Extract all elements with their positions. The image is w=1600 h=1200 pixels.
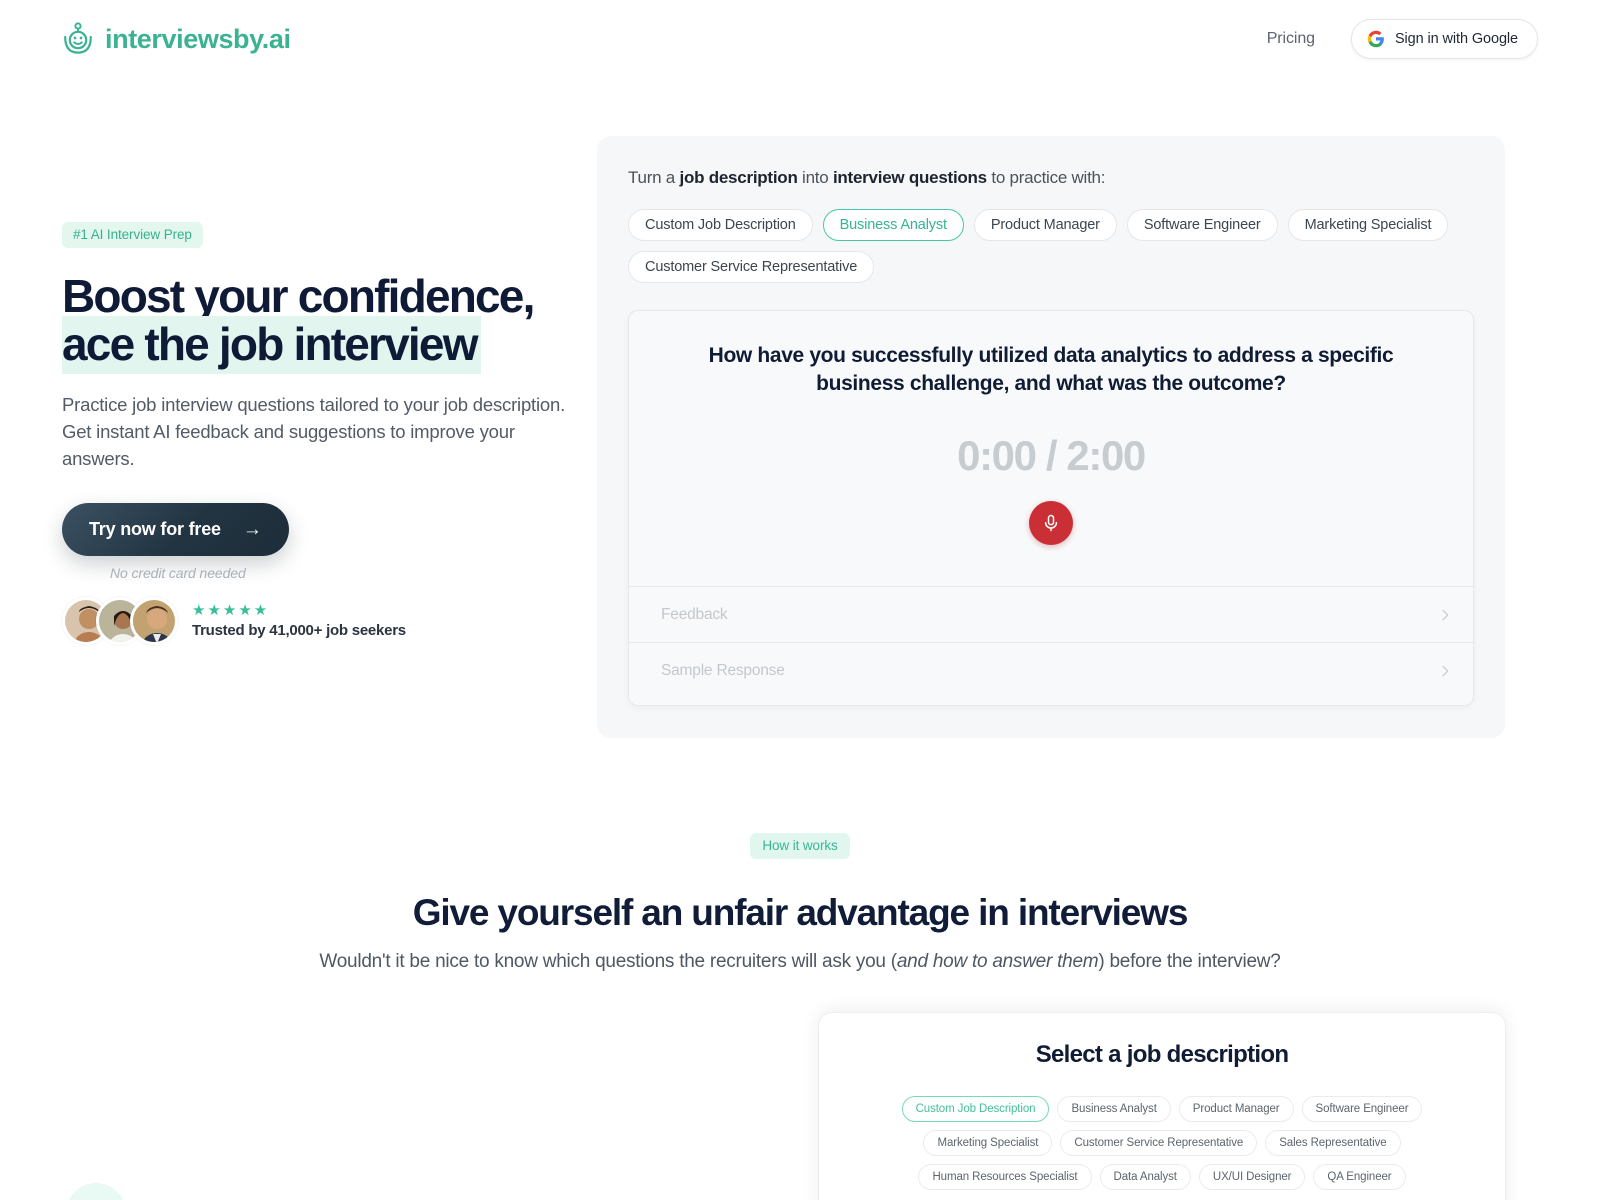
role-chip-list: Custom Job Description Business Analyst Pr… <box>628 209 1460 283</box>
trusted-count: Trusted by 41,000+ job seekers <box>192 622 406 640</box>
landing-page: interviewsby.ai Pricing Sign in with Goo… <box>0 0 1600 1200</box>
role-chip-5[interactable]: Customer Service Representative <box>628 251 875 283</box>
microphone-icon <box>1044 515 1058 532</box>
avatar-group <box>62 597 178 645</box>
avatar <box>130 597 178 645</box>
preview-chip-1[interactable]: Business Analyst <box>1057 1096 1171 1122</box>
cta-label: Try now for free <box>89 518 221 539</box>
mic-button-wrap <box>629 501 1473 546</box>
google-signin-label: Sign in with Google <box>1394 31 1518 47</box>
interview-question: How have you successfully utilized data … <box>708 344 1394 396</box>
page-title: Boost your confidence, ace the job inter… <box>62 270 582 375</box>
role-chip-1[interactable]: Business Analyst <box>822 209 964 241</box>
subtitle-part2: ) before the interview? <box>1098 951 1281 972</box>
social-proof-text: ★★★★★ Trusted by 41,000+ job seekers <box>192 601 406 640</box>
google-signin-button[interactable]: Sign in with Google <box>1350 19 1538 59</box>
preview-chip-9[interactable]: UX/UI Designer <box>1198 1164 1306 1190</box>
brand-logo[interactable]: interviewsby.ai <box>62 22 291 56</box>
how-it-works-badge: How it works <box>750 833 850 859</box>
step-badge-decoration <box>66 1183 126 1200</box>
social-proof: ★★★★★ Trusted by 41,000+ job seekers <box>62 597 406 645</box>
preview-chip-7[interactable]: Human Resources Specialist <box>918 1164 1092 1190</box>
hero-badge: #1 AI Interview Prep <box>62 222 203 248</box>
role-chip-2[interactable]: Product Manager <box>973 209 1117 241</box>
sample-response-accordion-row[interactable]: Sample Response <box>629 642 1475 698</box>
lead-middle: into <box>797 168 833 187</box>
how-it-works-title: Give yourself an unfair advantage in int… <box>412 892 1189 933</box>
arrow-right-icon: → <box>242 518 262 540</box>
subtitle-italic: and how to answer them <box>896 951 1099 972</box>
preview-chip-10[interactable]: QA Engineer <box>1313 1164 1406 1190</box>
hero-subtitle: Practice job interview questions tailore… <box>62 393 566 470</box>
sample-response-label: Sample Response <box>661 661 785 679</box>
preview-card-title: Select a job description <box>1035 1041 1289 1068</box>
question-card: How have you successfully utilized data … <box>628 310 1475 706</box>
panel-lead-text: Turn a job description into interview qu… <box>628 168 1474 188</box>
nav-pricing-link[interactable]: Pricing <box>1267 30 1315 48</box>
chevron-right-icon <box>1442 665 1449 676</box>
select-job-description-card: Select a job description Custom Job Desc… <box>818 1012 1506 1200</box>
demo-panel: Turn a job description into interview qu… <box>597 136 1505 738</box>
record-mic-button[interactable] <box>1029 501 1073 546</box>
hero-title-line2: ace the job interview <box>62 316 481 375</box>
google-g-icon <box>1367 30 1384 48</box>
robot-smiley-icon <box>64 22 92 54</box>
lead-prefix: Turn a <box>628 168 680 187</box>
lead-bold-job-description: job description <box>679 168 798 187</box>
recording-timer: 0:00 / 2:00 <box>957 432 1146 480</box>
role-chip-3[interactable]: Software Engineer <box>1126 209 1278 241</box>
lead-suffix: to practice with: <box>986 168 1106 187</box>
role-chip-4[interactable]: Marketing Specialist <box>1287 209 1449 241</box>
lead-bold-interview-questions: interview questions <box>832 168 987 187</box>
preview-chip-6[interactable]: Sales Representative <box>1265 1130 1401 1156</box>
role-chip-0[interactable]: Custom Job Description <box>628 209 813 241</box>
rating-stars: ★★★★★ <box>192 601 270 619</box>
feedback-label: Feedback <box>661 605 728 623</box>
hero-title-line1: Boost your confidence, <box>62 270 535 322</box>
preview-chip-3[interactable]: Software Engineer <box>1301 1096 1423 1122</box>
preview-chip-8[interactable]: Data Analyst <box>1099 1164 1191 1190</box>
feedback-accordion-row[interactable]: Feedback <box>629 586 1475 642</box>
how-it-works-section: How it works Give yourself an unfair adv… <box>0 833 1600 973</box>
preview-chip-5[interactable]: Customer Service Representative <box>1060 1130 1258 1156</box>
preview-chip-0[interactable]: Custom Job Description <box>901 1096 1050 1122</box>
cta-note: No credit card needed <box>110 564 246 581</box>
subtitle-part1: Wouldn't it be nice to know which questi… <box>319 951 897 972</box>
try-now-button[interactable]: Try now for free → <box>62 502 289 556</box>
hero-content: #1 AI Interview Prep Boost your confiden… <box>62 222 582 581</box>
header-actions: Pricing Sign in with Google <box>1267 19 1538 59</box>
preview-chip-4[interactable]: Marketing Specialist <box>923 1130 1053 1156</box>
how-it-works-subtitle: Wouldn't it be nice to know which questi… <box>0 951 1600 973</box>
chevron-right-icon <box>1442 609 1449 620</box>
preview-chip-list: Custom Job Description Business Analyst Pr… <box>845 1096 1479 1190</box>
preview-chip-2[interactable]: Product Manager <box>1178 1096 1294 1122</box>
site-header: interviewsby.ai Pricing Sign in with Goo… <box>0 0 1600 78</box>
brand-name: interviewsby.ai <box>105 23 291 54</box>
